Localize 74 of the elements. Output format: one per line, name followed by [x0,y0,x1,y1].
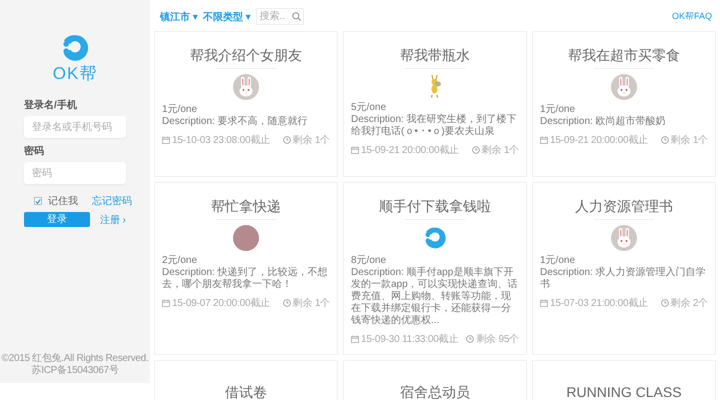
clock-icon [282,136,291,144]
card-title: 帮我介绍个女朋友 [190,46,302,64]
card-description: Description: 快递到了，比较远，不想去，哪个朋友帮我拿一下哈！ [162,267,329,291]
clock-icon [282,299,291,307]
card-price: 8元/one [351,255,388,267]
calendar-icon [540,136,548,144]
task-card[interactable]: 顺手付下载拿钱啦 8元/one Description: 顺手付app是顺丰旗下开发的一款app，可以实现快递查询、话费充值、网上购物、转账等功能，现在下载并绑定银行卡，还能获得一分钱寄快递的优惠权... 15-09-30 11:33:00截止 剩余 95个 [343,182,527,355]
copyright-text: ©2015 红包兔.All Rights Reserved. [2,353,148,364]
clock-icon [466,335,474,343]
task-card[interactable]: 帮我介绍个女朋友 1元/one Description: 要求不高，随意就行 15-10-03 23:08:00截止 剩余 1个 [154,31,338,177]
card-description: Description: 顺手付app是顺丰旗下开发的一款app，可以实现快递查询、话费充值、网上购物、转账等功能，现在下载并绑定银行卡，还能获得一分钱寄快递的优惠权... [351,267,519,327]
card-title: 宿舍总动员 [400,383,470,400]
card-deadline: 15-07-03 21:00:00截止 [550,296,648,310]
task-card[interactable]: 宿舍总动员 [343,360,527,400]
task-card[interactable]: 人力资源管理书 1元/one Description: 求人力资源管理入门自学书 15-07-03 21:00:00截止 剩余 2个 [532,182,716,355]
rabbit-avatar [233,74,259,100]
card-title: 顺手付下载拿钱啦 [379,197,491,215]
card-title: RUNNING CLASS [566,383,682,400]
rabbit-avatar [611,74,637,100]
clock-icon [660,136,669,144]
faq-link[interactable]: OK帮FAQ [672,10,712,23]
card-title: 帮我在超市买零食 [568,46,680,64]
task-card[interactable]: 帮忙拿快递 2元/one Description: 快递到了，比较远，不想去，哪个朋友帮我拿一下哈！ 15-09-07 20:00:00截止 剩余 1个 [154,182,338,355]
remember-label: 记住我 [48,194,78,208]
card-price: 1元/one [162,104,198,116]
calendar-icon [162,299,170,307]
card-deadline: 15-09-21 20:00:00截止 [361,144,459,157]
bee-drawing [428,74,442,98]
card-remaining: 剩余 1个 [292,297,330,310]
task-card[interactable]: RUNNING CLASS [532,360,716,400]
field-label: 密码 [24,144,45,158]
calendar-icon [351,146,359,154]
logo-text: OK帮 [52,65,98,82]
card-title: 借试卷 [225,383,267,400]
card-description: Description: 欧尚超市带酸奶 [540,116,667,128]
clock-icon [660,299,669,307]
calendar-icon [540,299,548,307]
card-deadline: 15-09-21 20:00:00截止 [550,134,648,147]
calendar-icon [162,136,170,144]
card-title: 人力资源管理书 [575,197,673,215]
card-remaining: 剩余 1个 [670,134,708,147]
card-deadline: 15-10-03 23:08:00截止 [172,134,270,147]
card-description: Description: 求人力资源管理入门自学书 [540,267,707,291]
card-deadline: 15-09-07 20:00:00截止 [172,296,270,310]
calendar-icon [351,335,359,343]
search-icon[interactable] [292,12,301,21]
filter-dropdown[interactable]: 不限类型 ▾ [202,10,251,24]
remember-checkbox[interactable] [34,197,42,205]
card-price: 1元/one [540,255,576,267]
card-remaining: 剩余 1个 [292,134,330,147]
card-description: Description: 我在研究生楼，到了楼下给我打电话(ｏ•・•ｏ)要农夫山泉 [351,114,518,138]
card-title: 帮忙拿快递 [211,197,281,215]
clock-icon [472,146,480,154]
card-remaining: 剩余 2个 [670,297,708,310]
input-field[interactable]: 密码 [24,162,126,184]
task-card[interactable]: 帮我在超市买零食 1元/one Description: 欧尚超市带酸奶 15-09-21 20:00:00截止 剩余 1个 [532,31,716,177]
card-description: Description: 要求不高，随意就行 [162,116,309,128]
card-remaining: 剩余 1个 [482,144,519,157]
photo-placeholder [233,225,259,251]
card-price: 1元/one [540,104,576,116]
card-title: 帮我带瓶水 [400,46,470,64]
field-label: 登录名/手机 [24,98,78,112]
task-card[interactable]: 帮我带瓶水 5元/one Description: 我在研究生楼，到了楼下给我打电话(ｏ•・•ｏ)要农夫山泉 15-09-21 20:00:00截止 剩余 1个 [343,31,527,177]
card-price: 2元/one [162,255,198,267]
task-card[interactable]: 借试卷 [154,360,338,400]
filter-dropdown[interactable]: 镇江市 ▾ [160,10,198,24]
rabbit-avatar [611,225,637,251]
copyright-text: 苏ICP备15043067号 [32,365,118,377]
card-remaining: 剩余 95个 [476,333,519,346]
search-field[interactable]: 搜索.. [256,8,304,25]
input-field[interactable]: 登录名或手机号码 [24,116,126,138]
card-deadline: 15-09-30 11:33:00截止 [361,332,458,346]
login-button[interactable]: 登录 [24,212,90,227]
card-price: 5元/one [351,102,388,114]
